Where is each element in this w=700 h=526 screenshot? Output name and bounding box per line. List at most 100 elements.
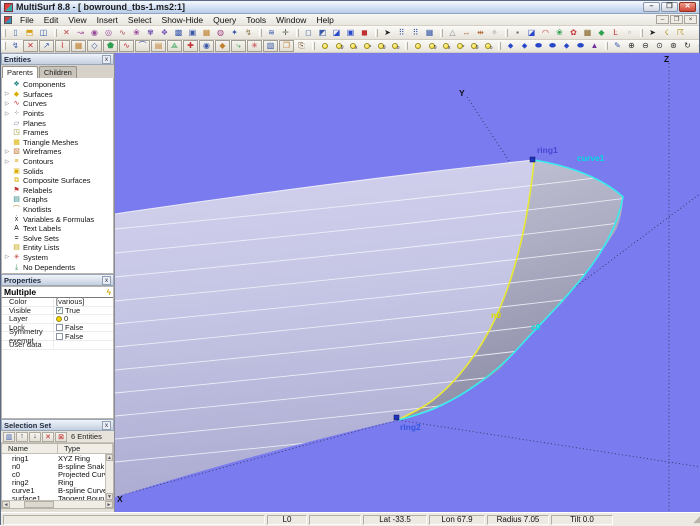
insert-solid-icon[interactable]: ◆ [215, 40, 230, 52]
bolt-icon[interactable]: ↯ [242, 27, 255, 38]
expander-icon[interactable]: ▷ [4, 91, 10, 97]
tree-item-graphs[interactable]: ▤Graphs [2, 195, 113, 205]
insert-plane-icon[interactable]: ◇ [87, 40, 102, 52]
move-down-icon[interactable]: ↓ [29, 432, 41, 442]
stretch-v-icon[interactable]: ⇹ [474, 27, 487, 38]
tree-item-triangle-meshes[interactable]: ▦Triangle Meshes [2, 138, 113, 148]
insert-mesh-icon[interactable]: ▦ [71, 40, 86, 52]
insert-proj-icon[interactable]: ⤷ [231, 40, 246, 52]
toolbar-grip[interactable] [505, 29, 508, 37]
scroll-thumb[interactable] [24, 501, 54, 508]
tree-item-contours[interactable]: ▷≡Contours [2, 157, 113, 167]
scroll-up-icon[interactable]: ▲ [106, 454, 113, 461]
hide-icon[interactable]: x [346, 41, 359, 52]
toolbar-grip[interactable] [3, 29, 6, 37]
insert-tri-icon[interactable]: ⟁ [167, 40, 182, 52]
tree-item-no-dependents[interactable]: ⤓No Dependents [2, 262, 113, 272]
new-file-icon[interactable]: ▯ [9, 27, 22, 38]
toolbar-grip[interactable] [296, 29, 299, 37]
pan-icon[interactable]: ＋ [695, 41, 699, 52]
mdi-minimize-button[interactable]: – [656, 15, 669, 24]
ring-edit-icon[interactable]: ◉ [88, 27, 101, 38]
tree-item-planes[interactable]: ▱Planes [2, 118, 113, 128]
menu-item-tools[interactable]: Tools [241, 14, 271, 26]
ring2-marker[interactable] [394, 415, 399, 420]
insert-star-icon[interactable]: ✳ [247, 40, 262, 52]
tree-item-knotlists[interactable]: ⌒Knotlists [2, 205, 113, 215]
lens-home-icon[interactable]: ▲ [588, 41, 601, 52]
ring1-marker[interactable] [530, 157, 535, 162]
toolbar-grip[interactable] [312, 42, 315, 50]
open-file-icon[interactable]: ⬒ [23, 27, 36, 38]
minimize-button[interactable]: – [643, 2, 660, 12]
tree-item-wireframes[interactable]: ▷▧Wireframes [2, 147, 113, 157]
insert-ring-icon[interactable]: ◉ [199, 40, 214, 52]
lightning-icon[interactable]: ↯ [9, 41, 22, 52]
tree-item-frames[interactable]: ◳Frames [2, 128, 113, 138]
horizontal-scrollbar[interactable]: ◄ ► [2, 500, 113, 508]
grid-table-icon[interactable]: ▦ [423, 27, 436, 38]
ghost-icon[interactable]: ✧ [488, 27, 501, 38]
toolbar-grip[interactable] [640, 29, 643, 37]
expander-icon[interactable]: ▷ [4, 101, 10, 107]
grid-icon[interactable]: ▦ [200, 27, 213, 38]
grid-snap-icon[interactable]: ⠿ [395, 27, 408, 38]
tree-item-solve-sets[interactable]: =Solve Sets [2, 234, 113, 244]
bloom-icon[interactable]: ✿ [567, 27, 580, 38]
toolbar-grip[interactable] [3, 42, 6, 50]
toolbar-grip[interactable] [375, 29, 378, 37]
solid-view-icon[interactable]: ◼ [358, 27, 371, 38]
triangle-icon[interactable]: △ [446, 27, 459, 38]
grid-points-icon[interactable]: ⠿ [409, 27, 422, 38]
insert-point-icon[interactable]: ✕ [23, 40, 38, 52]
pick-pointer-icon[interactable]: ➤ [646, 27, 659, 38]
tree-item-variables-formulas[interactable]: ẋVariables & Formulas [2, 214, 113, 224]
insert-list-icon[interactable]: ▤ [151, 40, 166, 52]
tree-item-text-labels[interactable]: AText Labels [2, 224, 113, 234]
tree-item-surfaces[interactable]: ▷◆Surfaces [2, 90, 113, 100]
insert-cross-icon[interactable]: ✚ [183, 40, 198, 52]
viewport-3d[interactable]: X Y Z ring1 curve1 n0 c0 ring2 [115, 53, 700, 512]
insert-surf-icon[interactable]: ▧ [263, 40, 278, 52]
vertical-scrollbar[interactable]: ▲ ▼ [105, 454, 113, 500]
menu-item-file[interactable]: File [15, 14, 39, 26]
insert-snake-icon[interactable]: ⌇ [55, 40, 70, 52]
toolbar-grip[interactable] [605, 42, 608, 50]
lens-5-icon[interactable]: ⬥ [560, 41, 573, 52]
vis-all-icon[interactable] [411, 41, 424, 52]
lens-3-icon[interactable]: ⬬ [532, 41, 545, 52]
pointer-icon[interactable]: ➤ [381, 27, 394, 38]
mdi-close-button[interactable]: × [684, 15, 697, 24]
arc-icon[interactable]: ◠ [539, 27, 552, 38]
expander-icon[interactable]: ▷ [4, 159, 10, 165]
menu-item-select[interactable]: Select [123, 14, 157, 26]
vis-one-icon[interactable]: o [481, 41, 494, 52]
selection-close-icon[interactable]: x [102, 421, 111, 430]
tree-item-curves[interactable]: ▷∿Curves [2, 99, 113, 109]
resize-grip[interactable]: ◢ [693, 515, 700, 524]
lens-2-icon[interactable]: ⬥ [518, 41, 531, 52]
stretch-h-icon[interactable]: ↔ [460, 27, 473, 38]
tree-item-entity-lists[interactable]: ▤Entity Lists [2, 243, 113, 253]
shade-box-icon[interactable]: ◪ [525, 27, 538, 38]
scroll-down-icon[interactable]: ▼ [106, 493, 113, 500]
column-header-type[interactable]: Type [58, 444, 113, 453]
tree-item-composite-surfaces[interactable]: ⧉Composite Surfaces [2, 176, 113, 186]
bead-icon[interactable]: ❀ [130, 27, 143, 38]
insert-copy-icon[interactable]: ❐ [279, 40, 294, 52]
blank-icon[interactable]: ▫ [623, 27, 636, 38]
menu-item-show-hide[interactable]: Show-Hide [157, 14, 209, 26]
scroll-left-icon[interactable]: ◄ [2, 501, 10, 508]
wireframe-view-icon[interactable]: ◻ [302, 27, 315, 38]
tab-parents[interactable]: Parents [2, 66, 38, 78]
expander-icon[interactable]: ▷ [4, 254, 10, 260]
checkbox-unchecked-icon[interactable] [56, 333, 63, 340]
mesh-icon[interactable]: ▩ [172, 27, 185, 38]
properties-filter-icon[interactable]: ϟ [107, 288, 111, 297]
net-icon[interactable]: ▦ [581, 27, 594, 38]
sketch-icon[interactable]: ✎ [611, 41, 624, 52]
frame-icon[interactable]: ❖ [158, 27, 171, 38]
expander-icon[interactable]: ▷ [4, 149, 10, 155]
star-icon[interactable]: ✦ [228, 27, 241, 38]
tree-item-components[interactable]: ❖Components [2, 80, 113, 90]
